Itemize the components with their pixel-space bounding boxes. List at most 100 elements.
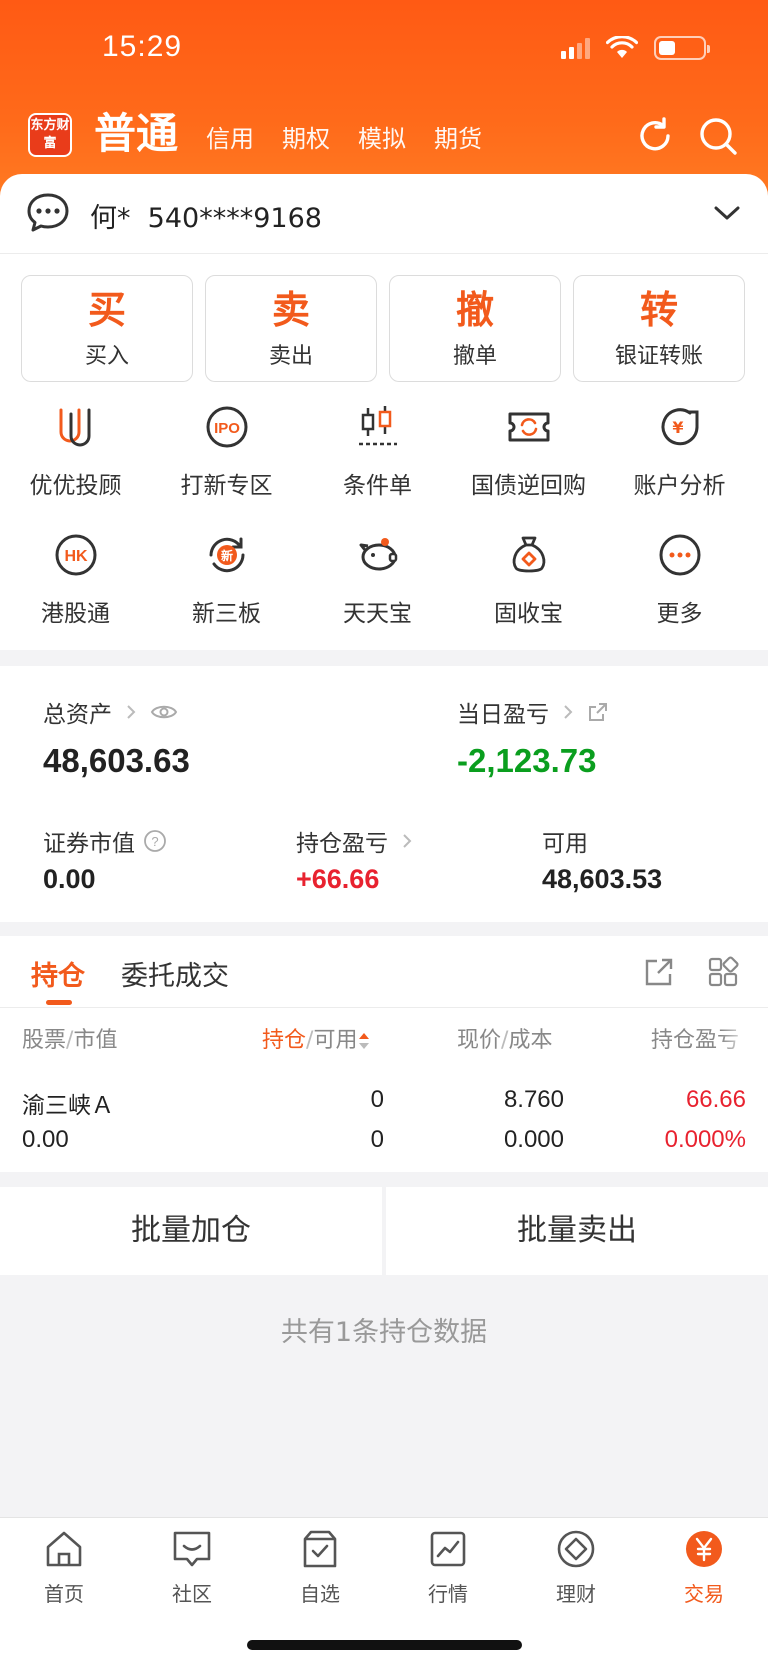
uu-advisor-icon bbox=[59, 408, 90, 447]
piggy-bank-icon bbox=[359, 538, 397, 571]
position-pl-value: +66.66 bbox=[296, 864, 380, 894]
holdings-count-note: 共有1条持仓数据 bbox=[280, 1317, 488, 1348]
nav-home[interactable]: 首页 bbox=[0, 1528, 128, 1607]
stock-pl: 66.66 bbox=[685, 1086, 746, 1113]
nav-community[interactable]: 社区 bbox=[128, 1528, 256, 1607]
tab-credit[interactable]: 信用 bbox=[206, 118, 254, 160]
market-chart-icon bbox=[430, 1531, 466, 1567]
svg-text:?: ? bbox=[151, 834, 158, 849]
tab-indicator bbox=[46, 1000, 72, 1005]
tab-positions[interactable]: 持仓 bbox=[31, 954, 85, 993]
daily-pl-label[interactable]: 当日盈亏 bbox=[457, 695, 609, 729]
tab-futures[interactable]: 期货 bbox=[434, 118, 482, 160]
hk-icon: HK bbox=[55, 534, 96, 576]
help-icon[interactable]: ? bbox=[143, 829, 167, 853]
message-icon bbox=[27, 193, 69, 232]
battery-icon bbox=[654, 36, 710, 60]
total-assets-value: 48,603.63 bbox=[43, 742, 190, 779]
nav-wealth[interactable]: 理财 bbox=[512, 1528, 640, 1607]
holdings-tabs: 持仓 委托成交 bbox=[0, 936, 768, 1008]
app-logo: 东方财富 bbox=[28, 113, 72, 157]
account-selector[interactable]: 何* 540****9168 bbox=[0, 174, 768, 254]
holdings-panel: 持仓 委托成交 股票/市值 持仓/可用 现价/成本 持仓盈亏 渝三峡Ａ 0.00… bbox=[0, 936, 768, 1172]
col-price-header: 现价/成本 bbox=[457, 1028, 553, 1053]
account-number: 540****9168 bbox=[147, 203, 322, 234]
ipo-icon: IPO bbox=[206, 406, 247, 448]
shortcut-gushoubao[interactable]: 固收宝 bbox=[453, 532, 604, 660]
shortcut-more[interactable]: 更多 bbox=[604, 532, 755, 660]
market-value: 0.00 bbox=[43, 864, 96, 894]
tab-options[interactable]: 期权 bbox=[282, 118, 330, 160]
shortcut-tiantianbao[interactable]: 天天宝 bbox=[302, 532, 453, 660]
shortcut-grid: 优优投顾 IPO 打新专区 条件单 国债逆回购 ¥ 账户分析 HK 港股通 新 … bbox=[0, 404, 768, 660]
svg-text:新: 新 bbox=[220, 548, 232, 563]
stock-pl-percent: 0.000% bbox=[664, 1126, 746, 1153]
svg-text:HK: HK bbox=[64, 548, 88, 565]
col-stock-header: 股票/市值 bbox=[22, 1028, 118, 1053]
repo-ticket-icon bbox=[508, 412, 549, 442]
nav-market[interactable]: 行情 bbox=[384, 1528, 512, 1607]
trade-yuan-icon bbox=[686, 1531, 722, 1567]
bank-transfer-button[interactable]: 转 银证转账 bbox=[573, 275, 745, 382]
shortcut-uu-advisor[interactable]: 优优投顾 bbox=[0, 404, 151, 532]
status-icons bbox=[561, 36, 710, 60]
position-pl-label[interactable]: 持仓盈亏 bbox=[296, 824, 418, 858]
chevron-right-icon bbox=[564, 705, 573, 719]
wifi-icon bbox=[606, 36, 638, 58]
sell-button[interactable]: 卖 卖出 bbox=[205, 275, 377, 382]
account-analysis-icon: ¥ bbox=[661, 408, 698, 446]
nav-watchlist[interactable]: 自选 bbox=[256, 1528, 384, 1607]
tab-orders-trades[interactable]: 委托成交 bbox=[121, 954, 229, 993]
batch-sell-button[interactable]: 批量卖出 bbox=[386, 1187, 768, 1275]
market-value-label: 证券市值 ? bbox=[43, 824, 167, 858]
signal-icon bbox=[561, 37, 590, 59]
new-third-board-icon: 新 bbox=[209, 537, 244, 573]
home-icon bbox=[46, 1531, 82, 1567]
status-time: 15:29 bbox=[102, 30, 183, 63]
share-link-icon[interactable] bbox=[587, 701, 609, 723]
stock-price: 8.760 bbox=[503, 1086, 564, 1113]
sort-icon bbox=[359, 1033, 370, 1049]
tab-simulation[interactable]: 模拟 bbox=[358, 118, 406, 160]
svg-text:¥: ¥ bbox=[672, 418, 683, 437]
stock-market-value: 0.00 bbox=[22, 1126, 69, 1153]
chevron-right-icon bbox=[127, 705, 136, 719]
eye-icon[interactable] bbox=[150, 701, 178, 723]
shortcut-ipo[interactable]: IPO 打新专区 bbox=[151, 404, 302, 532]
search-icon[interactable] bbox=[697, 115, 739, 157]
batch-add-button[interactable]: 批量加仓 bbox=[0, 1187, 382, 1275]
shortcut-hk-connect[interactable]: HK 港股通 bbox=[0, 532, 151, 660]
chevron-right-icon bbox=[403, 834, 412, 848]
asset-summary: 总资产 48,603.63 当日盈亏 -2,123.73 证券市值 ? 0.00… bbox=[0, 666, 768, 922]
col-position-header[interactable]: 持仓/可用 bbox=[262, 1022, 371, 1054]
shortcut-new-third-board[interactable]: 新 新三板 bbox=[151, 532, 302, 660]
buy-button[interactable]: 买 买入 bbox=[21, 275, 193, 382]
account-info: 何* 540****9168 bbox=[90, 196, 322, 235]
daily-pl-value: -2,123.73 bbox=[457, 742, 597, 779]
watchlist-icon bbox=[303, 1530, 337, 1568]
trade-panel: 买 买入 卖 卖出 撤 撤单 转 银证转账 优优投顾 IPO 打新专区 条件单 … bbox=[0, 254, 768, 650]
stock-position: 0 bbox=[370, 1086, 384, 1113]
col-pl-header: 持仓盈亏 bbox=[651, 1028, 740, 1053]
account-name: 何* bbox=[90, 203, 131, 234]
available-value: 48,603.53 bbox=[542, 864, 663, 894]
shortcut-conditional-order[interactable]: 条件单 bbox=[302, 404, 453, 532]
available-label: 可用 bbox=[542, 831, 588, 857]
export-icon[interactable] bbox=[643, 956, 675, 988]
trade-actions: 买 买入 卖 卖出 撤 撤单 转 银证转账 bbox=[21, 275, 745, 382]
stock-available: 0 bbox=[370, 1126, 384, 1153]
tab-normal[interactable]: 普通 bbox=[94, 108, 178, 160]
money-bag-icon bbox=[512, 536, 545, 573]
community-icon bbox=[173, 1531, 211, 1567]
candlestick-icon bbox=[358, 406, 397, 446]
wealth-icon bbox=[557, 1530, 595, 1568]
grid-view-icon[interactable] bbox=[707, 956, 739, 988]
cancel-order-button[interactable]: 撤 撤单 bbox=[389, 275, 561, 382]
total-assets-label[interactable]: 总资产 bbox=[43, 695, 178, 729]
home-indicator bbox=[247, 1640, 522, 1650]
chevron-down-icon[interactable] bbox=[714, 204, 740, 222]
shortcut-account-analysis[interactable]: ¥ 账户分析 bbox=[604, 404, 755, 532]
refresh-icon[interactable] bbox=[634, 115, 676, 157]
nav-trade[interactable]: 交易 bbox=[640, 1528, 768, 1607]
shortcut-reverse-repo[interactable]: 国债逆回购 bbox=[453, 404, 604, 532]
